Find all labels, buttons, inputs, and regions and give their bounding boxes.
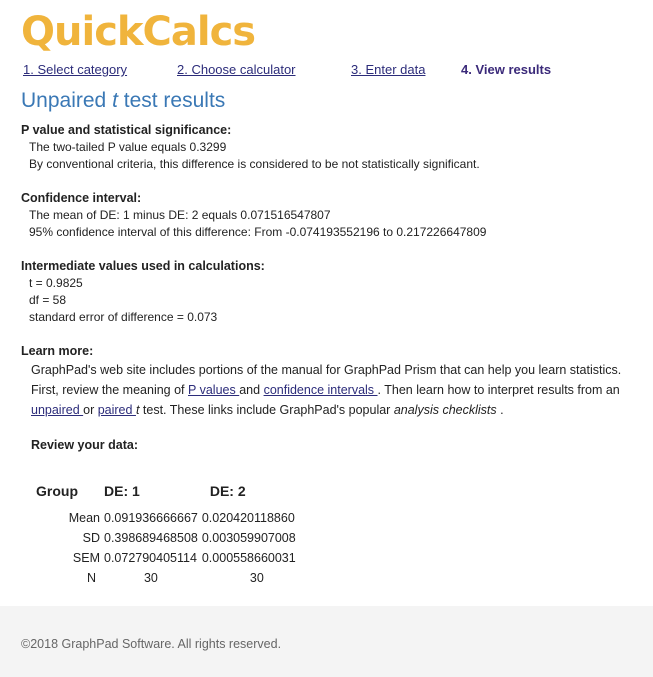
review-data-heading: Review your data: — [31, 438, 138, 452]
row-label-mean: Mean — [68, 511, 100, 525]
t-value-line: t = 0.9825 — [29, 276, 83, 290]
results-content: P value and statistical significance: Th… — [21, 122, 636, 420]
intermediate-heading: Intermediate values used in calculations… — [21, 259, 265, 273]
confidence-intervals-link[interactable]: confidence intervals — [264, 383, 378, 397]
column-header-de1: DE: 1 — [104, 483, 140, 499]
ci-heading: Confidence interval: — [21, 191, 142, 205]
title-suffix: test results — [117, 89, 226, 112]
review-data-table: Group DE: 1 DE: 2 Mean 0.091936666667 0.… — [28, 482, 314, 588]
column-header-de2: DE: 2 — [209, 483, 246, 499]
learn-text: . — [496, 403, 504, 417]
table-row: Mean 0.091936666667 0.020420118860 — [28, 508, 314, 528]
step-view-results-current: 4. View results — [461, 62, 552, 77]
se-line: standard error of difference = 0.073 — [29, 310, 218, 324]
copyright-text: ©2018 GraphPad Software. All rights rese… — [21, 637, 282, 651]
step-enter-data-link[interactable]: 3. Enter data — [351, 62, 425, 77]
row-label-sd: SD — [82, 531, 100, 545]
pvalue-line: The two-tailed P value equals 0.3299 — [29, 140, 227, 154]
analysis-checklists-text: analysis checklists — [393, 403, 497, 417]
table-header-row: Group DE: 1 DE: 2 — [28, 482, 314, 508]
pvalue-heading: P value and statistical significance: — [21, 123, 232, 137]
column-header-group: Group — [36, 483, 78, 499]
row-label-sem: SEM — [72, 551, 100, 565]
ci-mean-line: The mean of DE: 1 minus DE: 2 equals 0.0… — [29, 208, 331, 222]
learn-text: and — [239, 383, 264, 397]
footer: ©2018 GraphPad Software. All rights rese… — [0, 606, 653, 677]
p-values-link[interactable]: P values — [188, 383, 239, 397]
paired-link[interactable]: paired — [98, 403, 136, 417]
learn-text: or — [83, 403, 98, 417]
cell-de1-sd: 0.398689468508 — [104, 531, 198, 545]
title-prefix: Unpaired — [21, 89, 113, 112]
cell-de1-sem: 0.072790405114 — [104, 551, 197, 565]
ci-range-line: 95% confidence interval of this differen… — [29, 225, 487, 239]
cell-de2-n: 30 — [249, 571, 264, 585]
df-line: df = 58 — [29, 293, 67, 307]
page-title: Unpaired t test results — [21, 89, 225, 113]
quickcalcs-logo[interactable]: QuickCalcs — [21, 6, 256, 58]
unpaired-link[interactable]: unpaired — [31, 403, 83, 417]
learn-more-heading: Learn more: — [21, 344, 94, 358]
cell-de1-n: 30 — [143, 571, 158, 585]
table-row: N 30 30 — [28, 568, 314, 588]
cell-de1-mean: 0.091936666667 — [104, 511, 198, 525]
table-row: SD 0.398689468508 0.003059907008 — [28, 528, 314, 548]
cell-de2-mean: 0.020420118860 — [201, 511, 295, 525]
cell-de2-sem: 0.000558660031 — [201, 551, 296, 565]
table-row: SEM 0.072790405114 0.000558660031 — [28, 548, 314, 568]
learn-text: test. These links include GraphPad's pop… — [139, 403, 394, 417]
row-label-n: N — [86, 571, 96, 585]
learn-text: . Then learn how to interpret results fr… — [377, 383, 620, 397]
learn-more-paragraph: GraphPad's web site includes portions of… — [21, 360, 636, 420]
significance-line: By conventional criteria, this differenc… — [29, 157, 480, 171]
wizard-steps: 1. Select category 2. Choose calculator … — [0, 62, 653, 80]
step-choose-calculator-link[interactable]: 2. Choose calculator — [177, 62, 296, 77]
cell-de2-sd: 0.003059907008 — [201, 531, 296, 545]
step-select-category-link[interactable]: 1. Select category — [23, 62, 127, 77]
